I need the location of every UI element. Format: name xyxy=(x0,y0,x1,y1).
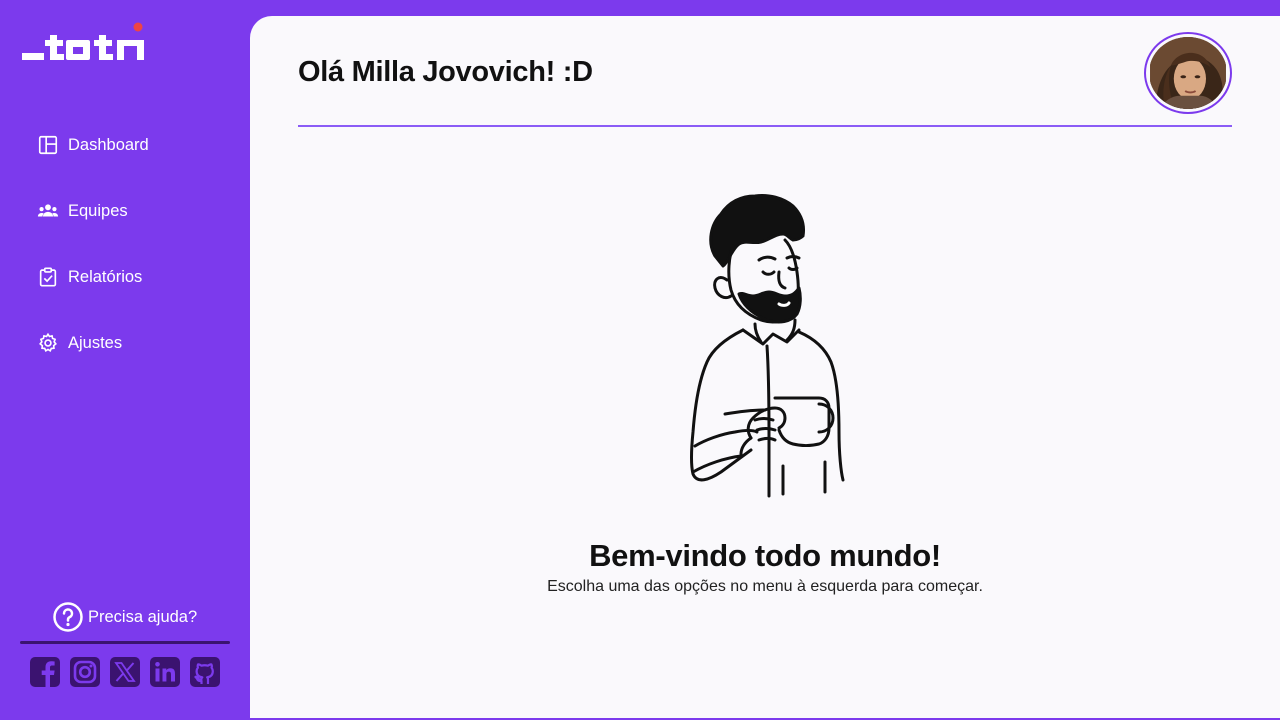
help-label: Precisa ajuda? xyxy=(88,607,198,626)
sidebar-item-equipes[interactable]: Equipes xyxy=(36,195,236,227)
help-link[interactable]: Precisa ajuda? xyxy=(52,600,197,634)
clipboard-check-icon xyxy=(36,265,60,289)
github-icon[interactable] xyxy=(189,656,221,688)
welcome-subtitle: Escolha uma das opções no menu à esquerd… xyxy=(547,578,983,595)
welcome-title: Bem-vindo todo mundo! xyxy=(589,538,941,573)
sidebar: Dashboard Equipes Relatórios Ajustes Pre… xyxy=(0,0,250,720)
x-icon[interactable] xyxy=(109,656,141,688)
sidebar-nav: Dashboard Equipes Relatórios Ajustes xyxy=(36,129,236,393)
users-icon xyxy=(36,199,60,223)
sidebar-item-label: Dashboard xyxy=(68,135,149,154)
question-circle-icon xyxy=(52,601,84,633)
coffee-man-illustration xyxy=(655,176,875,506)
help-divider xyxy=(20,641,230,644)
page-title: Olá Milla Jovovich! :D xyxy=(298,56,593,88)
avatar[interactable] xyxy=(1144,32,1232,114)
sidebar-item-dashboard[interactable]: Dashboard xyxy=(36,129,236,161)
main-content: Olá Milla Jovovich! :D Bem-vindo todo mu… xyxy=(250,16,1280,718)
layout-icon xyxy=(36,133,60,157)
toti-logo[interactable] xyxy=(20,20,150,66)
social-links xyxy=(29,656,229,688)
sidebar-item-relatorios[interactable]: Relatórios xyxy=(36,261,236,293)
app-window: Dashboard Equipes Relatórios Ajustes Pre… xyxy=(0,0,1280,720)
header-divider xyxy=(298,125,1232,127)
facebook-icon[interactable] xyxy=(29,656,61,688)
linkedin-icon[interactable] xyxy=(149,656,181,688)
gear-icon xyxy=(36,331,60,355)
sidebar-item-label: Ajustes xyxy=(68,333,123,352)
instagram-icon[interactable] xyxy=(69,656,101,688)
sidebar-item-label: Equipes xyxy=(68,201,128,220)
sidebar-item-label: Relatórios xyxy=(68,267,143,286)
sidebar-item-ajustes[interactable]: Ajustes xyxy=(36,327,236,359)
